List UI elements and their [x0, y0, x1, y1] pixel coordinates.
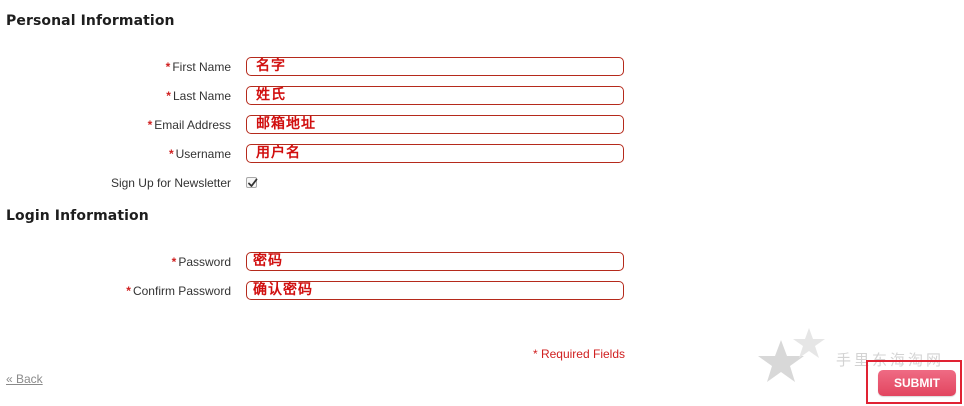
required-marker: *	[147, 118, 153, 132]
first-name-label: * First Name	[165, 60, 231, 74]
password-input[interactable]: 密码	[246, 252, 624, 271]
password-row: * Password 密码	[0, 252, 640, 272]
required-marker: *	[166, 89, 171, 103]
watermark-star-icon	[758, 328, 825, 382]
confirm-password-input[interactable]: 确认密码	[246, 281, 624, 300]
confirm-password-label: * Confirm Password	[126, 284, 231, 298]
confirm-password-row: * Confirm Password 确认密码	[0, 281, 640, 301]
last-name-label: * Last Name	[166, 89, 231, 103]
username-input[interactable]: 用户名	[246, 144, 624, 163]
newsletter-label: Sign Up for Newsletter	[110, 176, 231, 190]
first-name-value: 名字	[256, 58, 286, 74]
required-marker: *	[126, 284, 131, 298]
password-value: 密码	[253, 253, 283, 269]
required-marker: *	[171, 255, 177, 269]
required-marker: *	[165, 60, 171, 74]
username-row: * Username 用户名	[0, 144, 640, 164]
newsletter-checkbox[interactable]	[246, 177, 258, 188]
first-name-row: * First Name 名字	[0, 57, 640, 77]
username-label: * Username	[168, 147, 231, 161]
last-name-value: 姓氏	[256, 87, 286, 103]
confirm-password-value: 确认密码	[253, 282, 313, 298]
username-value: 用户名	[256, 145, 301, 161]
last-name-input[interactable]: 姓氏	[246, 86, 624, 105]
password-label: * Password	[171, 255, 231, 269]
last-name-row: * Last Name 姓氏	[0, 86, 640, 106]
required-fields-note: * Required Fields	[532, 347, 625, 361]
newsletter-row: Sign Up for Newsletter	[0, 173, 640, 193]
email-address-label: * Email Address	[147, 118, 231, 132]
first-name-input[interactable]: 名字	[246, 57, 624, 76]
login-information-heading: Login Information	[6, 208, 149, 224]
email-address-value: 邮箱地址	[256, 116, 316, 132]
back-link[interactable]: « Back	[6, 372, 43, 386]
required-marker: *	[168, 147, 174, 161]
personal-information-heading: Personal Information	[6, 13, 175, 29]
checkmark-icon	[248, 178, 258, 187]
submit-button[interactable]: SUBMIT	[878, 370, 956, 396]
email-address-row: * Email Address 邮箱地址	[0, 115, 640, 135]
email-address-input[interactable]: 邮箱地址	[246, 115, 624, 134]
